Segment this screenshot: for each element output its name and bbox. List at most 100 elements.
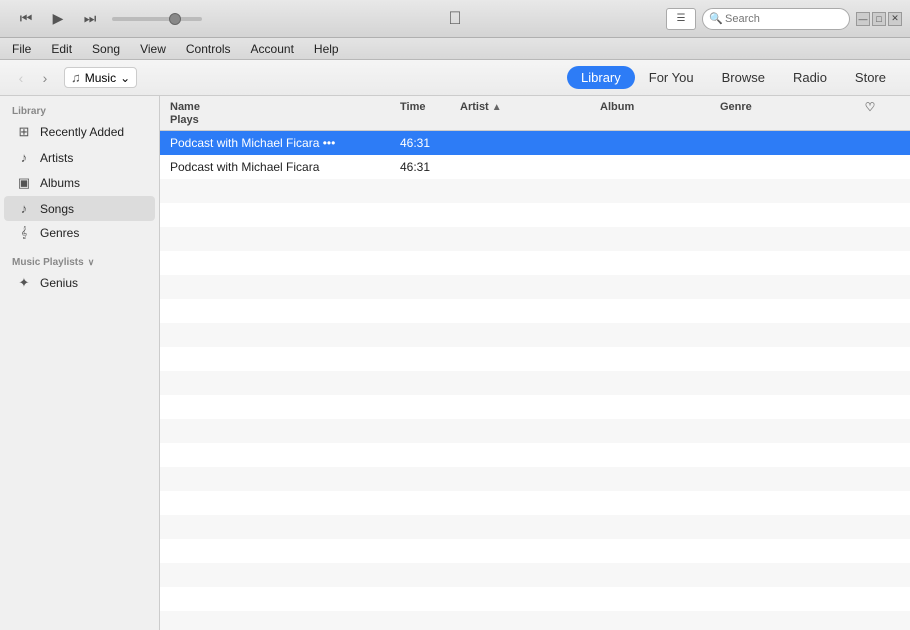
empty-row — [160, 587, 910, 611]
sidebar-item-label: Genres — [40, 226, 79, 240]
menu-help[interactable]: Help — [310, 42, 343, 56]
minimize-button[interactable]: — — [856, 12, 870, 26]
tab-library[interactable]: Library — [567, 66, 635, 89]
music-selector-arrow: ⌄ — [120, 71, 130, 85]
col-header-plays: Plays — [170, 114, 400, 126]
music-selector-label: Music — [85, 71, 116, 85]
sidebar-item-songs[interactable]: ♪ Songs — [4, 196, 155, 221]
next-button[interactable]: ⏭ — [76, 8, 104, 30]
menu-account[interactable]: Account — [247, 42, 298, 56]
title-bar-right: ☰ 🔍 — □ ✕ — [666, 8, 902, 30]
tab-store[interactable]: Store — [841, 66, 900, 89]
empty-row — [160, 179, 910, 203]
music-note-icon: ♫ — [71, 70, 81, 85]
sidebar-item-label: Songs — [40, 202, 74, 216]
apple-logo-icon:  — [448, 8, 462, 29]
menu-song[interactable]: Song — [88, 42, 124, 56]
menu-view[interactable]: View — [136, 42, 170, 56]
sidebar-item-label: Recently Added — [40, 125, 124, 139]
artist-label: Artist — [460, 101, 489, 113]
empty-row — [160, 611, 910, 630]
tab-radio[interactable]: Radio — [779, 66, 841, 89]
empty-row — [160, 203, 910, 227]
sidebar-item-label: Artists — [40, 151, 73, 165]
genres-icon: 𝄞 — [16, 227, 32, 240]
genius-icon: ✦ — [16, 275, 32, 291]
menu-file[interactable]: File — [8, 42, 35, 56]
sidebar-item-label: Genius — [40, 276, 78, 290]
menu-bar: File Edit Song View Controls Account Hel… — [0, 38, 910, 60]
sidebar-item-label: Albums — [40, 176, 80, 190]
nav-bar: ‹ › ♫ Music ⌄ Library For You Browse Rad… — [0, 60, 910, 96]
recently-added-icon: ⊞ — [16, 124, 32, 140]
playlists-label: Music Playlists — [12, 257, 84, 268]
empty-row — [160, 227, 910, 251]
sidebar-item-recently-added[interactable]: ⊞ Recently Added — [4, 119, 155, 145]
menu-button[interactable]: ☰ — [666, 8, 696, 30]
cell-time: 46:31 — [400, 160, 460, 174]
progress-bar[interactable] — [112, 17, 202, 21]
play-button[interactable]: ▶ — [44, 8, 72, 30]
progress-thumb — [169, 13, 181, 25]
sidebar-item-albums[interactable]: ▣ Albums — [4, 170, 155, 196]
forward-button[interactable]: › — [34, 67, 56, 89]
content-area: Name Time Artist ▲ Album Genre ♡ Plays P… — [160, 96, 910, 630]
col-header-name: Name — [170, 101, 400, 113]
nav-tabs: Library For You Browse Radio Store — [567, 66, 900, 89]
table-header: Name Time Artist ▲ Album Genre ♡ Plays — [160, 96, 910, 131]
cell-name: Podcast with Michael Ficara ••• — [170, 136, 400, 150]
playlists-arrow-icon: ∨ — [88, 257, 95, 268]
title-bar: ⏮ ▶ ⏭  ☰ 🔍 — □ ✕ — [0, 0, 910, 38]
songs-icon: ♪ — [16, 201, 32, 216]
empty-row — [160, 443, 910, 467]
col-header-heart: ♡ — [840, 100, 900, 114]
window-controls: — □ ✕ — [856, 12, 902, 26]
sidebar: Library ⊞ Recently Added ♪ Artists ▣ Alb… — [0, 96, 160, 630]
table-row[interactable]: Podcast with Michael Ficara 46:31 — [160, 155, 910, 179]
col-header-album: Album — [600, 101, 720, 113]
empty-row — [160, 371, 910, 395]
progress-track — [112, 17, 202, 21]
empty-row — [160, 323, 910, 347]
restore-button[interactable]: □ — [872, 12, 886, 26]
library-section-label: Library — [0, 102, 159, 119]
empty-row — [160, 539, 910, 563]
main-content: Library ⊞ Recently Added ♪ Artists ▣ Alb… — [0, 96, 910, 630]
cell-name: Podcast with Michael Ficara — [170, 160, 400, 174]
empty-row — [160, 467, 910, 491]
empty-row — [160, 395, 910, 419]
empty-row — [160, 515, 910, 539]
playlists-section-label[interactable]: Music Playlists ∨ — [0, 253, 159, 270]
albums-icon: ▣ — [16, 175, 32, 191]
menu-controls[interactable]: Controls — [182, 42, 235, 56]
empty-row — [160, 419, 910, 443]
tab-for-you[interactable]: For You — [635, 66, 708, 89]
empty-row — [160, 275, 910, 299]
nav-arrows: ‹ › — [10, 67, 56, 89]
col-header-time: Time — [400, 101, 460, 113]
artist-sort-icon: ▲ — [492, 102, 502, 113]
transport-controls: ⏮ ▶ ⏭ — [12, 8, 104, 30]
col-header-artist[interactable]: Artist ▲ — [460, 101, 580, 113]
menu-edit[interactable]: Edit — [47, 42, 76, 56]
table-body: Podcast with Michael Ficara ••• 46:31 Po… — [160, 131, 910, 630]
empty-row — [160, 347, 910, 371]
search-wrapper: 🔍 — [702, 8, 850, 30]
sidebar-item-genres[interactable]: 𝄞 Genres — [4, 221, 155, 245]
col-header-genre: Genre — [720, 101, 840, 113]
empty-row — [160, 251, 910, 275]
empty-row — [160, 563, 910, 587]
table-row[interactable]: Podcast with Michael Ficara ••• 46:31 — [160, 131, 910, 155]
sidebar-item-genius[interactable]: ✦ Genius — [4, 270, 155, 296]
search-input[interactable] — [702, 8, 850, 30]
empty-row — [160, 491, 910, 515]
back-button[interactable]: ‹ — [10, 67, 32, 89]
tab-browse[interactable]: Browse — [708, 66, 779, 89]
sidebar-item-artists[interactable]: ♪ Artists — [4, 145, 155, 170]
cell-time: 46:31 — [400, 136, 460, 150]
empty-row — [160, 299, 910, 323]
close-button[interactable]: ✕ — [888, 12, 902, 26]
sidebar-divider — [0, 245, 159, 253]
prev-button[interactable]: ⏮ — [12, 8, 40, 30]
music-selector[interactable]: ♫ Music ⌄ — [64, 67, 137, 88]
